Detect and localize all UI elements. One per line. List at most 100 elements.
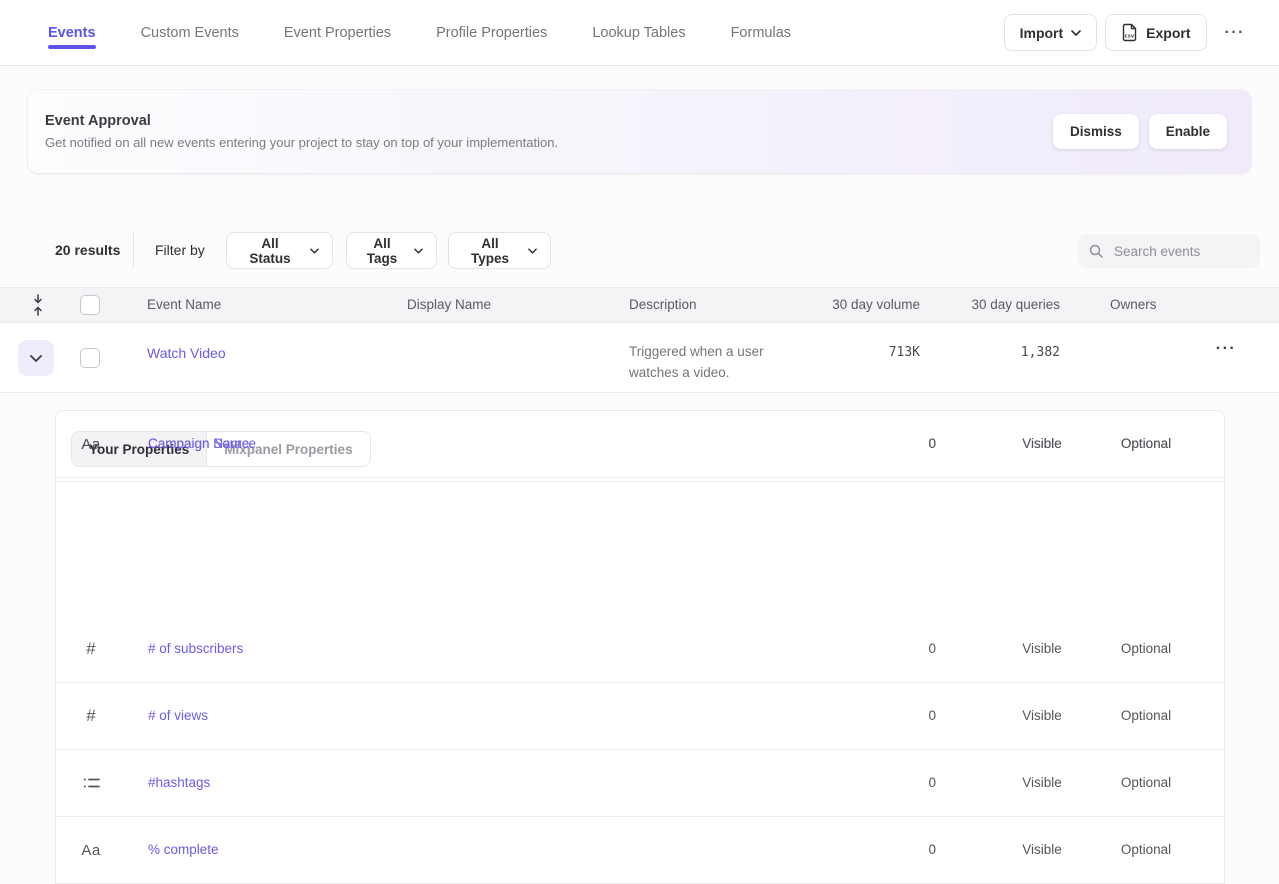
column-owners: Owners bbox=[1110, 288, 1157, 322]
select-all-checkbox[interactable] bbox=[80, 295, 100, 315]
property-name-link[interactable]: Campaign Source bbox=[148, 411, 256, 477]
property-count: 0 bbox=[806, 683, 936, 749]
banner-text: Event Approval Get notified on all new e… bbox=[45, 113, 558, 150]
row-expander-button[interactable] bbox=[18, 340, 54, 376]
property-count: 0 bbox=[806, 817, 936, 883]
property-name-link[interactable]: # of subscribers bbox=[148, 616, 243, 682]
results-count: 20 results bbox=[55, 232, 120, 269]
ellipsis-icon: ··· bbox=[1216, 340, 1236, 357]
chevron-down-icon bbox=[30, 355, 42, 362]
column-display-name: Display Name bbox=[407, 288, 491, 322]
tab-event-properties[interactable]: Event Properties bbox=[284, 0, 391, 65]
property-row[interactable]: Aa Campaign Source 0 Visible Optional bbox=[56, 411, 1224, 478]
event-name-link[interactable]: Watch Video bbox=[147, 345, 226, 361]
row-checkbox[interactable] bbox=[80, 348, 100, 368]
property-row[interactable]: #hashtags 0 Visible Optional bbox=[56, 750, 1224, 817]
property-visibility: Visible bbox=[986, 411, 1098, 477]
property-count: 0 bbox=[806, 750, 936, 816]
tab-profile-properties[interactable]: Profile Properties bbox=[436, 0, 547, 65]
number-icon: # bbox=[76, 683, 106, 749]
column-queries: 30 day queries bbox=[930, 288, 1060, 322]
tab-label: Event Properties bbox=[284, 25, 391, 41]
event-description: Triggered when a user watches a video. bbox=[629, 341, 787, 383]
column-volume: 30 day volume bbox=[770, 288, 920, 322]
chevron-down-icon bbox=[1071, 30, 1081, 36]
import-button[interactable]: Import bbox=[1004, 14, 1098, 51]
top-nav: Events Custom Events Event Properties Pr… bbox=[0, 0, 1279, 66]
banner-title: Event Approval bbox=[45, 113, 558, 129]
enable-button[interactable]: Enable bbox=[1149, 114, 1227, 149]
text-icon: Aa bbox=[76, 411, 106, 477]
types-filter-dropdown[interactable]: All Types bbox=[448, 232, 551, 269]
more-options-button[interactable]: ··· bbox=[1219, 24, 1251, 42]
tab-label: Lookup Tables bbox=[592, 25, 685, 41]
tab-custom-events[interactable]: Custom Events bbox=[141, 0, 239, 65]
property-visibility: Visible bbox=[986, 750, 1098, 816]
tab-events[interactable]: Events bbox=[48, 0, 96, 65]
property-name-link[interactable]: #hashtags bbox=[148, 750, 210, 816]
property-requirement: Optional bbox=[1096, 750, 1196, 816]
property-row[interactable]: # # of subscribers 0 Visible Optional bbox=[56, 616, 1224, 683]
tags-filter-dropdown[interactable]: All Tags bbox=[346, 232, 437, 269]
banner-subtitle: Get notified on all new events entering … bbox=[45, 135, 558, 150]
types-filter-label: All Types bbox=[462, 236, 518, 266]
filter-by-label: Filter by bbox=[155, 232, 205, 269]
search-box bbox=[1078, 234, 1260, 268]
svg-text:csv: csv bbox=[1125, 34, 1135, 40]
event-row[interactable]: Watch Video Triggered when a user watche… bbox=[0, 323, 1279, 393]
divider bbox=[56, 481, 1224, 482]
status-filter-dropdown[interactable]: All Status bbox=[226, 232, 333, 269]
properties-panel: Your Properties Mixpanel Properties # # … bbox=[55, 410, 1225, 884]
lexicon-events-screen: Events Custom Events Event Properties Pr… bbox=[0, 0, 1279, 884]
property-name-link[interactable]: % complete bbox=[148, 817, 219, 883]
property-requirement: Optional bbox=[1096, 616, 1196, 682]
text-icon: Aa bbox=[76, 817, 106, 883]
dismiss-button[interactable]: Dismiss bbox=[1053, 114, 1139, 149]
tab-label: Events bbox=[48, 25, 96, 41]
chevron-down-icon bbox=[414, 248, 423, 254]
number-icon: # bbox=[76, 616, 106, 682]
divider bbox=[133, 233, 134, 268]
property-name-link[interactable]: # of views bbox=[148, 683, 208, 749]
column-description: Description bbox=[629, 288, 697, 322]
collapse-vertical-icon bbox=[31, 293, 45, 317]
property-requirement: Optional bbox=[1096, 683, 1196, 749]
tab-label: Profile Properties bbox=[436, 25, 547, 41]
filter-row: 20 results Filter by All Status All Tags… bbox=[0, 232, 1279, 269]
export-label: Export bbox=[1146, 25, 1190, 41]
property-visibility: Visible bbox=[986, 817, 1098, 883]
property-visibility: Visible bbox=[986, 683, 1098, 749]
chevron-down-icon bbox=[528, 248, 537, 254]
property-requirement: Optional bbox=[1096, 817, 1196, 883]
property-row[interactable]: # # of views 0 Visible Optional bbox=[56, 683, 1224, 750]
property-count: 0 bbox=[806, 411, 936, 477]
csv-file-icon: csv bbox=[1121, 23, 1138, 42]
tab-formulas[interactable]: Formulas bbox=[731, 0, 791, 65]
property-count: 0 bbox=[806, 616, 936, 682]
chevron-down-icon bbox=[310, 248, 319, 254]
tab-label: Custom Events bbox=[141, 25, 239, 41]
property-requirement: Optional bbox=[1096, 411, 1196, 477]
event-queries: 1,382 bbox=[930, 345, 1060, 360]
nav-tabs: Events Custom Events Event Properties Pr… bbox=[48, 0, 791, 65]
event-approval-banner: Event Approval Get notified on all new e… bbox=[28, 90, 1251, 173]
row-actions-button[interactable]: ··· bbox=[1205, 339, 1247, 359]
collapse-rows-button[interactable] bbox=[26, 293, 50, 317]
property-row[interactable]: Aa % complete 0 Visible Optional bbox=[56, 817, 1224, 884]
tab-lookup-tables[interactable]: Lookup Tables bbox=[592, 0, 685, 65]
banner-actions: Dismiss Enable bbox=[1053, 114, 1227, 149]
events-table-header: Event Name Display Name Description 30 d… bbox=[0, 287, 1279, 323]
property-visibility: Visible bbox=[986, 616, 1098, 682]
export-button[interactable]: csv Export bbox=[1105, 14, 1206, 51]
list-icon bbox=[76, 750, 106, 816]
event-volume: 713K bbox=[770, 345, 920, 360]
column-event-name: Event Name bbox=[147, 288, 221, 322]
search-icon bbox=[1088, 243, 1104, 259]
nav-actions: Import csv Export ··· bbox=[1004, 14, 1251, 51]
status-filter-label: All Status bbox=[240, 236, 300, 266]
tags-filter-label: All Tags bbox=[360, 236, 404, 266]
import-label: Import bbox=[1020, 25, 1064, 41]
ellipsis-icon: ··· bbox=[1225, 24, 1245, 41]
tab-label: Formulas bbox=[731, 25, 791, 41]
search-input[interactable] bbox=[1112, 243, 1250, 260]
